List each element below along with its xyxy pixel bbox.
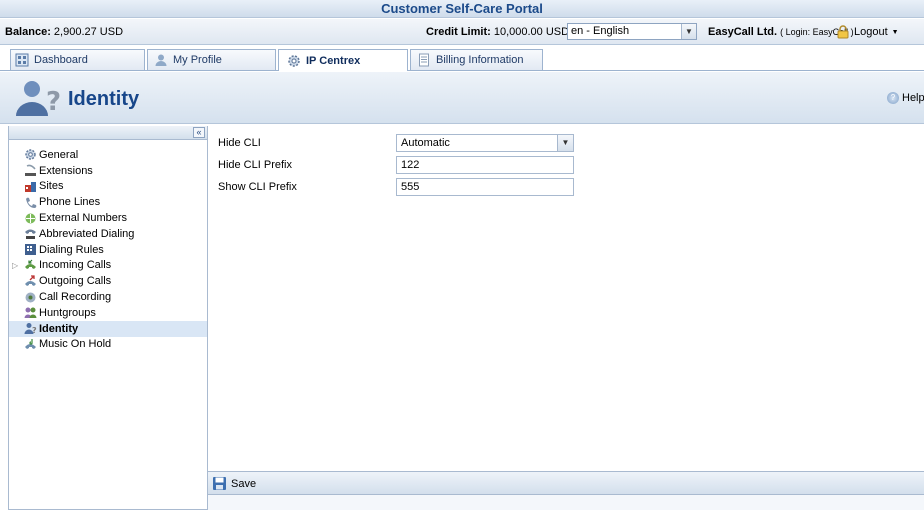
help-icon: ? — [887, 92, 899, 104]
sidebar-item-label: Sites — [39, 180, 64, 193]
portal-title: Customer Self-Care Portal — [0, 0, 924, 18]
language-select[interactable]: en - English ▼ — [567, 23, 697, 40]
document-icon — [419, 53, 429, 67]
main-tabs: Dashboard My Profile IP Centrex Billing … — [0, 49, 924, 71]
hide-cli-label: Hide CLI — [218, 137, 261, 149]
sidebar-header: « — [9, 126, 207, 140]
sidebar-item-dialing-rules[interactable]: Dialing Rules — [9, 242, 207, 258]
collapse-sidebar-button[interactable]: « — [193, 127, 205, 138]
credit-label: Credit Limit: — [426, 26, 491, 38]
call-recording-icon — [25, 292, 36, 303]
save-label: Save — [231, 477, 257, 490]
sidebar-item-label: General — [39, 148, 79, 161]
hide-cli-value: Automatic — [401, 137, 450, 149]
svg-text:?: ? — [32, 326, 37, 335]
credit-limit: Credit Limit: 10,000.00 USD — [426, 26, 569, 38]
incoming-calls-icon — [25, 259, 36, 269]
show-cli-prefix-row: Show CLI Prefix — [218, 178, 398, 196]
sidebar-item-sites[interactable]: Sites — [9, 179, 207, 195]
sidebar-item-extensions[interactable]: Extensions — [9, 163, 207, 179]
sidebar-item-general[interactable]: General — [9, 147, 207, 163]
floppy-disk-icon — [213, 477, 226, 490]
expand-arrow-icon[interactable]: ▷ — [12, 261, 18, 270]
svg-text:?: ? — [46, 87, 61, 117]
show-cli-prefix-label: Show CLI Prefix — [218, 181, 297, 193]
sidebar-item-label: Abbreviated Dialing — [39, 227, 135, 240]
caret-down-icon[interactable]: ▼ — [892, 29, 899, 36]
tab-label: My Profile — [173, 54, 222, 66]
tab-billing-information[interactable]: Billing Information — [410, 49, 543, 70]
sidebar-item-label: Music On Hold — [39, 338, 112, 351]
main-content: Hide CLI Automatic ▼ Hide CLI Prefix 122… — [208, 126, 924, 471]
external-numbers-icon — [25, 213, 36, 224]
huntgroups-icon — [24, 307, 37, 319]
balance-value: 2,900.27 USD — [53, 26, 124, 38]
help-link[interactable]: ? Help — [887, 92, 924, 104]
company-info: EasyCall Ltd. ( Login: EasyCall ) — [708, 26, 854, 38]
identity-icon: ? — [24, 323, 37, 335]
balance: Balance: 2,900.27 USD — [5, 26, 123, 38]
sidebar-item-incoming-calls[interactable]: ▷ Incoming Calls — [9, 258, 207, 274]
sidebar-item-label: Dialing Rules — [39, 243, 104, 256]
logout-label: Logout — [854, 26, 888, 38]
sidebar-item-external-numbers[interactable]: External Numbers — [9, 210, 207, 226]
sidebar-item-label: Extensions — [39, 164, 93, 177]
sidebar-item-music-on-hold[interactable]: Music On Hold — [9, 337, 207, 353]
hide-cli-prefix-label: Hide CLI Prefix — [218, 159, 292, 171]
identity-icon: ? — [16, 81, 61, 117]
sidebar-item-outgoing-calls[interactable]: Outgoing Calls — [9, 273, 207, 289]
balance-label: Balance: — [5, 26, 51, 38]
dashboard-icon — [15, 53, 29, 67]
hide-cli-row: Hide CLI — [218, 134, 398, 152]
sidebar-item-label: Incoming Calls — [39, 259, 112, 272]
dialing-rules-icon — [25, 244, 36, 256]
extensions-icon — [25, 164, 36, 177]
gear-icon — [288, 54, 300, 67]
help-label: Help — [902, 92, 924, 104]
save-button[interactable]: Save — [212, 476, 256, 491]
lock-icon — [837, 25, 849, 39]
page-title: Identity — [68, 88, 140, 110]
tab-label: IP Centrex — [306, 54, 361, 67]
sidebar-nav: General Extensions Sites Phone Lines Ext… — [9, 147, 207, 352]
sidebar-item-identity[interactable]: ? Identity — [9, 320, 207, 337]
show-cli-prefix-input[interactable]: 555 — [396, 178, 574, 196]
tab-my-profile[interactable]: My Profile — [147, 49, 276, 70]
user-icon — [155, 54, 167, 66]
sidebar-item-label: External Numbers — [39, 212, 128, 225]
sidebar-item-call-recording[interactable]: Call Recording — [9, 289, 207, 305]
sidebar-item-label: Outgoing Calls — [39, 275, 112, 288]
tab-label: Billing Information — [436, 54, 524, 66]
bottom-toolbar: Save — [208, 471, 924, 495]
outgoing-calls-icon — [25, 275, 36, 286]
sites-icon — [25, 181, 36, 192]
page-header: ? Identity ? Help — [0, 72, 924, 124]
music-on-hold-icon — [25, 338, 36, 349]
bottom-strip — [208, 495, 924, 510]
sidebar-item-abbreviated-dialing[interactable]: Abbreviated Dialing — [9, 226, 207, 242]
hide-cli-prefix-row: Hide CLI Prefix — [218, 156, 398, 174]
sidebar-item-phone-lines[interactable]: Phone Lines — [9, 194, 207, 210]
credit-value: 10,000.00 USD — [493, 26, 570, 38]
abbreviated-dialing-icon — [25, 229, 36, 240]
sidebar: « General Extensions Sites Phone Lines E… — [8, 126, 208, 510]
sidebar-item-label: Huntgroups — [39, 306, 96, 319]
sidebar-item-label: Identity — [39, 322, 79, 335]
chevron-down-icon[interactable]: ▼ — [557, 135, 573, 151]
company-name: EasyCall Ltd. — [708, 26, 778, 38]
logout-button[interactable]: Logout ▼ — [836, 22, 899, 42]
language-value: en - English — [571, 25, 630, 37]
hide-cli-prefix-input[interactable]: 122 — [396, 156, 574, 174]
sidebar-item-huntgroups[interactable]: Huntgroups — [9, 305, 207, 321]
hide-cli-select[interactable]: Automatic ▼ — [396, 134, 574, 152]
sidebar-item-label: Call Recording — [39, 291, 112, 304]
phone-lines-icon — [26, 197, 37, 208]
tab-ip-centrex[interactable]: IP Centrex — [278, 49, 408, 71]
chevron-down-icon[interactable]: ▼ — [681, 24, 696, 39]
info-bar: Balance: 2,900.27 USD Credit Limit: 10,0… — [0, 19, 924, 45]
tab-dashboard[interactable]: Dashboard — [10, 49, 145, 70]
tab-label: Dashboard — [34, 54, 88, 66]
sidebar-item-label: Phone Lines — [39, 196, 101, 209]
gear-icon — [25, 149, 36, 161]
